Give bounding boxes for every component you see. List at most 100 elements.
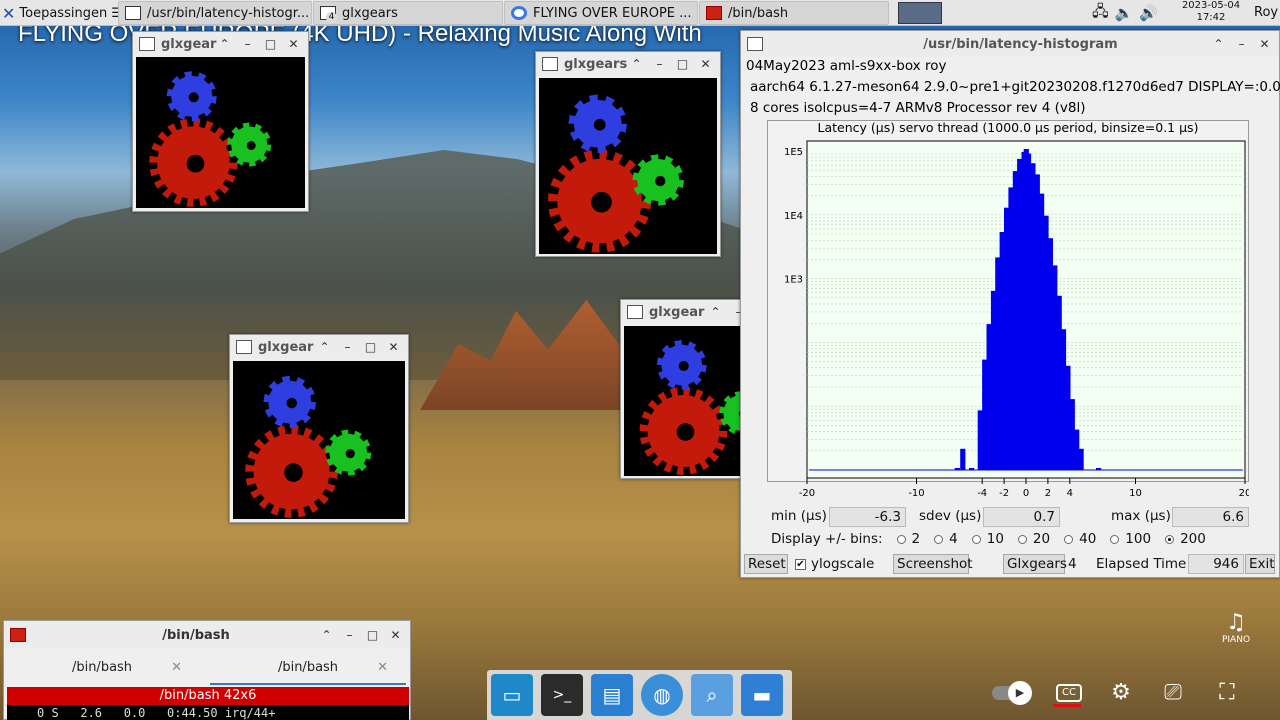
- minimize-button[interactable]: –: [1235, 37, 1248, 51]
- exit-fullscreen-icon[interactable]: ⛶: [1210, 678, 1244, 708]
- y-tick-label: 1E5: [784, 147, 803, 158]
- user-menu[interactable]: Roy: [1254, 5, 1278, 20]
- minimize-button[interactable]: –: [343, 628, 356, 642]
- window-title: glxgear: [258, 339, 314, 355]
- task-glxgears[interactable]: 4 glxgears: [313, 1, 503, 25]
- web-browser-icon[interactable]: ◍: [641, 674, 683, 716]
- shade-button[interactable]: ⌃: [318, 340, 331, 354]
- gears-render: [245, 375, 372, 518]
- window-titlebar[interactable]: glxgear ⌃–□ ✕: [133, 32, 308, 56]
- minimize-button[interactable]: –: [341, 340, 354, 354]
- show-desktop-icon[interactable]: ▭: [491, 674, 533, 716]
- minimize-button[interactable]: –: [241, 37, 254, 51]
- home-folder-icon[interactable]: ▬: [741, 674, 783, 716]
- terminal-tab-1[interactable]: /bin/bash ✕: [4, 651, 200, 685]
- maximize-button[interactable]: □: [364, 340, 377, 354]
- bins-radio-40[interactable]: [1064, 534, 1074, 544]
- system-tray: 🖧 🔈 🔊: [1092, 0, 1158, 26]
- red-gear-hole: [591, 191, 612, 213]
- bins-radio-100[interactable]: [1110, 534, 1120, 544]
- workspace-switcher[interactable]: [898, 0, 942, 26]
- close-tab-icon[interactable]: ✕: [377, 651, 388, 685]
- shade-button[interactable]: ⌃: [630, 57, 643, 71]
- exit-button[interactable]: Exit: [1245, 554, 1275, 574]
- window-titlebar[interactable]: glxgear ⌃–□ ✕: [230, 335, 408, 359]
- clock[interactable]: 2023-05-04 17:42: [1178, 0, 1244, 24]
- red-gear-hole: [284, 463, 303, 482]
- screenshot-button[interactable]: Screenshot: [893, 554, 973, 574]
- reset-button[interactable]: Reset: [744, 554, 788, 574]
- shade-button[interactable]: ⌃: [1212, 37, 1225, 51]
- terminal-header: /bin/bash 42x6: [7, 687, 409, 705]
- x-tick-label: 0: [1023, 488, 1029, 499]
- volume-icon[interactable]: 🔊: [1139, 4, 1158, 22]
- shade-button[interactable]: ⌃: [218, 37, 231, 51]
- glxgears-window-1[interactable]: glxgear ⌃ – □ ✕: [132, 31, 309, 212]
- x-tick-label: -4: [977, 488, 987, 499]
- ylogscale-label: ylogscale: [811, 556, 875, 572]
- terminal-tab-2[interactable]: /bin/bash ✕: [210, 651, 406, 685]
- bash-window[interactable]: /bin/bash ⌃ – □ ✕ /bin/bash ✕ /bin/bash ✕ /bi…: [3, 620, 411, 720]
- minimize-button[interactable]: –: [653, 57, 666, 71]
- window-icon: [139, 37, 155, 51]
- bins-radio-4[interactable]: [934, 534, 944, 544]
- window-icon: [125, 6, 141, 20]
- glxgears-button[interactable]: Glxgears: [1003, 554, 1067, 574]
- latency-histogram-chart: Latency (µs) servo thread (1000.0 µs per…: [784, 120, 1249, 499]
- glxgears-window-2[interactable]: glxgears ⌃ – □ ✕: [535, 51, 721, 257]
- task-label: /usr/bin/latency-histogr...: [147, 5, 310, 21]
- network-icon[interactable]: 🖧: [1092, 1, 1109, 26]
- info-kernel: aarch64 6.1.27-meson64 2.9.0~pre1+git202…: [750, 79, 1280, 95]
- x-tick-label: -10: [908, 488, 924, 499]
- close-button[interactable]: ✕: [1258, 37, 1271, 51]
- green-gear-hole: [655, 175, 666, 187]
- x-tick-label: -2: [999, 488, 1009, 499]
- histogram-bar: [954, 468, 960, 470]
- shade-button[interactable]: ⌃: [709, 305, 722, 319]
- window-titlebar[interactable]: glxgears ⌃ – □ ✕: [536, 52, 720, 76]
- task-label: /bin/bash: [728, 5, 789, 21]
- window-icon: [747, 37, 763, 51]
- sdev-value: 0.7: [983, 507, 1060, 527]
- close-tab-icon[interactable]: ✕: [171, 651, 182, 685]
- maximize-button[interactable]: □: [264, 37, 277, 51]
- xfce-logo-icon: ✕: [2, 3, 16, 23]
- info-cpu: 8 cores isolcpus=4-7 ARMv8 Processor rev…: [750, 100, 1086, 116]
- task-bash[interactable]: /bin/bash: [699, 1, 889, 25]
- close-button[interactable]: ✕: [387, 340, 400, 354]
- blue-gear-hole: [286, 397, 298, 409]
- bins-radio-2[interactable]: [896, 534, 906, 544]
- settings-gear-icon[interactable]: ⚙: [1104, 678, 1138, 708]
- window-titlebar[interactable]: /usr/bin/latency-histogram ⌃ – ✕: [741, 31, 1279, 57]
- file-manager-icon[interactable]: ▤: [591, 674, 633, 716]
- bins-radio-200[interactable]: [1165, 534, 1175, 544]
- glxgears-window-3[interactable]: glxgear ⌃ – □ ✕: [229, 334, 409, 523]
- terminal-icon: [706, 6, 722, 20]
- subtitles-icon[interactable]: CC: [1056, 684, 1082, 702]
- x-tick-label: 10: [1129, 488, 1142, 499]
- maximize-button[interactable]: □: [676, 57, 689, 71]
- close-button[interactable]: ✕: [287, 37, 300, 51]
- close-button[interactable]: ✕: [389, 628, 402, 642]
- histogram-bar: [1096, 468, 1102, 470]
- red-gear-hole: [186, 154, 205, 173]
- maximize-button[interactable]: □: [366, 628, 379, 642]
- ylogscale-checkbox[interactable]: ✔ ylogscale: [795, 556, 874, 572]
- green-gear-hole: [246, 141, 256, 151]
- bins-row: Display +/- bins: 2 4 10 20 40 100 200: [771, 531, 1206, 547]
- close-button[interactable]: ✕: [699, 57, 712, 71]
- terminal-icon: [10, 628, 26, 642]
- terminal-icon[interactable]: >_: [541, 674, 583, 716]
- task-latency-histogram[interactable]: /usr/bin/latency-histogr...: [118, 1, 312, 25]
- cast-icon[interactable]: ⎚: [1156, 678, 1190, 708]
- bins-radio-10[interactable]: [971, 534, 981, 544]
- window-title: glxgears: [564, 56, 628, 72]
- bins-radio-20[interactable]: [1017, 534, 1027, 544]
- window-titlebar[interactable]: /bin/bash ⌃ – □ ✕: [4, 621, 410, 649]
- app-finder-icon[interactable]: ⌕: [691, 674, 733, 716]
- volume-muted-icon[interactable]: 🔈: [1115, 4, 1134, 22]
- task-chrome[interactable]: FLYING OVER EUROPE ...: [504, 1, 698, 25]
- applications-menu[interactable]: ✕ Toepassingen ☰: [2, 2, 123, 24]
- checkbox-checked-icon: ✔: [795, 558, 806, 570]
- shade-button[interactable]: ⌃: [320, 628, 333, 642]
